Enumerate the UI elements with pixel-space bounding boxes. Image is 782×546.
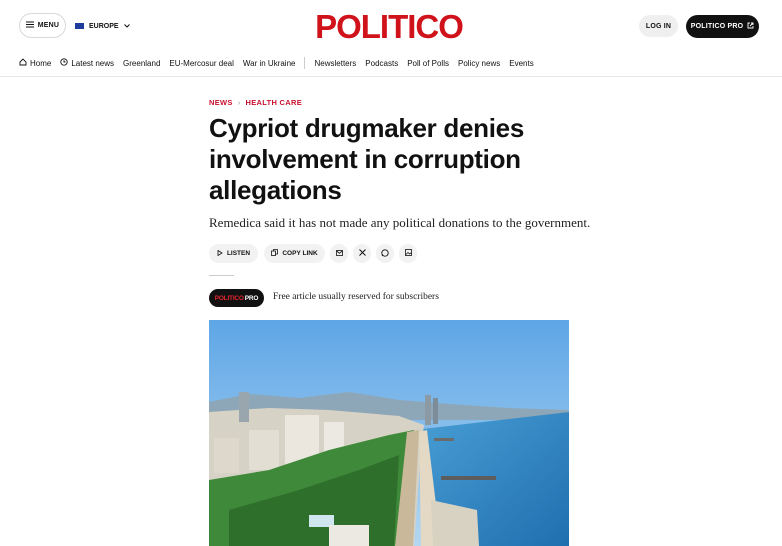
nav-divider — [304, 57, 306, 69]
politico-pro-button[interactable]: POLITICO PRO — [686, 15, 759, 38]
home-icon — [19, 58, 27, 68]
hamburger-icon — [25, 21, 34, 30]
copy-link-label: COPY LINK — [282, 250, 318, 257]
x-share-button[interactable] — [353, 244, 371, 263]
nav-item-eu-mercosur[interactable]: EU-Mercosur deal — [169, 59, 233, 68]
listen-label: LISTEN — [226, 250, 251, 257]
article-dek: Remedica said it has not made any politi… — [209, 215, 591, 230]
breadcrumb-news[interactable]: NEWS — [209, 98, 233, 107]
login-button[interactable]: LOG IN — [639, 15, 678, 37]
badge-pro-text: PRO — [244, 294, 259, 302]
play-icon — [217, 249, 223, 258]
copy-link-button[interactable]: COPY LINK — [264, 244, 325, 263]
politico-logo[interactable]: POLITICO — [314, 8, 464, 44]
external-link-icon — [747, 22, 754, 31]
listen-button[interactable]: LISTEN — [209, 244, 258, 263]
article-headline: Cypriot drugmaker denies involvement in … — [209, 113, 524, 205]
free-article-note: Free article usually reserved for subscr… — [273, 292, 439, 302]
nav-item-newsletters[interactable]: Newsletters — [314, 59, 356, 68]
nav-label: Latest news — [71, 58, 115, 68]
nav-item-greenland[interactable]: Greenland — [123, 59, 160, 68]
mail-icon — [335, 249, 343, 258]
article-hero-image — [209, 320, 569, 546]
nav-item-latest-news[interactable]: Latest news — [60, 58, 114, 68]
whatsapp-icon — [381, 248, 389, 259]
menu-label: MENU — [37, 22, 60, 29]
main-nav: Home Latest news Greenland EU-Mercosur d… — [19, 57, 543, 69]
nav-item-policy-news[interactable]: Policy news — [458, 59, 500, 68]
breadcrumb: NEWS › HEALTH CARE — [209, 98, 302, 107]
divider — [209, 275, 234, 276]
x-logo-icon — [358, 249, 366, 258]
chevron-right-icon: › — [237, 98, 241, 107]
email-share-button[interactable] — [330, 244, 348, 263]
image-icon — [404, 249, 412, 258]
menu-button[interactable]: MENU — [19, 13, 66, 38]
region-selector[interactable]: EUROPE — [75, 19, 130, 33]
nav-item-poll-of-polls[interactable]: Poll of Polls — [407, 59, 449, 68]
nav-item-podcasts[interactable]: Podcasts — [365, 59, 398, 68]
region-label: EUROPE — [89, 22, 119, 30]
header-divider — [0, 76, 782, 77]
nav-item-events[interactable]: Events — [509, 59, 533, 68]
whatsapp-share-button[interactable] — [376, 244, 394, 263]
copy-icon — [271, 249, 279, 258]
chevron-down-icon — [123, 23, 130, 30]
eu-flag-icon — [75, 23, 84, 29]
clock-icon — [60, 58, 68, 68]
breadcrumb-health-care[interactable]: HEALTH CARE — [246, 98, 303, 107]
gallery-share-button[interactable] — [399, 244, 417, 263]
politico-pro-badge: POLITICO PRO — [209, 289, 264, 307]
pro-label: POLITICO PRO — [690, 23, 744, 30]
nav-item-home[interactable]: Home — [19, 58, 51, 68]
badge-brand-text: POLITICO — [214, 294, 244, 302]
nav-label: Home — [30, 58, 52, 68]
nav-item-war-in-ukraine[interactable]: War in Ukraine — [243, 59, 296, 68]
svg-text:POLITICO: POLITICO — [315, 8, 463, 44]
